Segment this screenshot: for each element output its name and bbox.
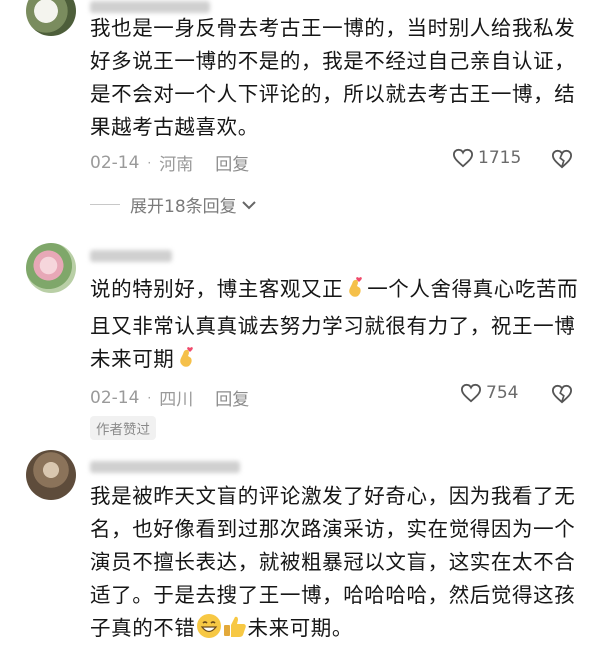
- reply-button[interactable]: 回复: [215, 150, 249, 175]
- expand-replies-button[interactable]: 展开18条回复: [90, 192, 257, 217]
- comment-meta: 02-14 · 四川 回复: [90, 385, 249, 411]
- comment-location: 四川: [159, 390, 194, 410]
- like-count: 1715: [478, 148, 522, 168]
- expand-label: 展开18条回复: [130, 197, 237, 217]
- broken-heart-icon[interactable]: [551, 149, 573, 169]
- thumbs-up-emoji: [222, 613, 248, 649]
- author-liked-badge: 作者赞过: [90, 416, 156, 440]
- broken-heart-icon[interactable]: [551, 384, 573, 404]
- comment-meta: 02-14 · 河南 回复: [90, 150, 249, 176]
- finger-heart-emoji: [174, 346, 198, 380]
- username-blurred[interactable]: [90, 245, 172, 264]
- like-button[interactable]: 754: [460, 383, 518, 403]
- heart-outline-icon: [460, 383, 482, 403]
- reply-button[interactable]: 回复: [215, 385, 249, 410]
- username-blurred[interactable]: [90, 456, 240, 475]
- comment-text: 说的特别好，博主客观又正 一个人舍得真心吃苦而且又非常认真真诚去努力学习就很有力了…: [90, 273, 590, 380]
- finger-heart-emoji: [343, 276, 367, 310]
- chevron-down-icon: [241, 200, 256, 209]
- comment-text: 我也是一身反骨去考古王一博的，当时别人给我私发好多说王一博的不是的，我是不经过自…: [90, 16, 576, 139]
- comment-location: 河南: [159, 155, 194, 175]
- comment-text: 我是被昨天文盲的评论激发了好奇心，因为我看了无名，也好像看到过那次路演采访，实在…: [90, 480, 590, 649]
- comment-date: 02-14: [90, 387, 140, 408]
- avatar[interactable]: [26, 243, 76, 293]
- heart-outline-icon: [452, 148, 474, 168]
- avatar[interactable]: [26, 0, 76, 36]
- grinning-face-emoji: [196, 613, 222, 649]
- comment-date: 02-14: [90, 152, 140, 173]
- like-button[interactable]: 1715: [452, 148, 521, 168]
- like-count: 754: [486, 383, 519, 403]
- avatar[interactable]: [26, 450, 76, 500]
